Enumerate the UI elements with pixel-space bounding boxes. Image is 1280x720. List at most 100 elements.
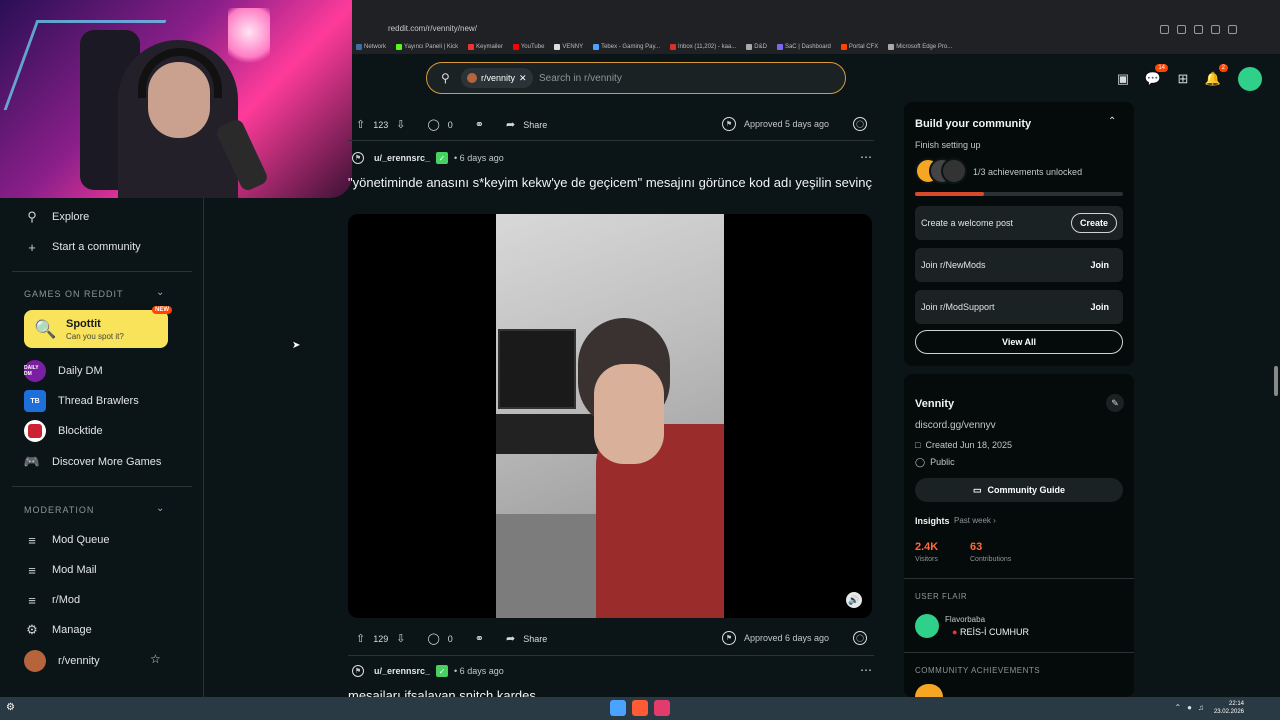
bookmark-item[interactable]: Keymailer xyxy=(468,44,503,50)
bookmark-item[interactable]: Microsoft Edge Pro... xyxy=(888,44,952,50)
windows-start-icon[interactable] xyxy=(610,700,626,716)
vote-control[interactable]: ⇧ 129 ⇩ xyxy=(348,628,413,649)
post-title[interactable]: "yönetiminde anasını s*keyim kekw'ye de … xyxy=(348,174,878,192)
collections-icon[interactable] xyxy=(1211,25,1220,34)
create-post-icon[interactable]: ⊞ xyxy=(1174,70,1192,88)
vote-count: 129 xyxy=(373,633,389,644)
games-section-header[interactable]: GAMES ON REDDIT xyxy=(24,289,124,299)
award-button[interactable]: ⚭ xyxy=(467,628,492,649)
upvote-icon[interactable]: ⇧ xyxy=(356,118,365,131)
browser-address-bar[interactable] xyxy=(352,20,1280,40)
chat-icon[interactable]: 💬 14 xyxy=(1144,64,1168,88)
spottit-game-card[interactable]: 🔍 Spottit Can you spot it? NEW xyxy=(24,306,172,348)
award-button[interactable]: ⚭ xyxy=(467,114,492,135)
url-text[interactable]: reddit.com/r/vennity/new/ xyxy=(388,24,477,33)
share-button[interactable]: ➦ Share xyxy=(498,114,555,135)
post-age: • 6 days ago xyxy=(454,153,504,163)
bookmark-item[interactable]: YouTube xyxy=(512,44,544,50)
post-author[interactable]: u/_erennsrc_ xyxy=(374,153,430,163)
edit-icon[interactable]: ✎ xyxy=(1106,394,1124,412)
nav-community-vennity[interactable]: r/vennity xyxy=(24,650,100,672)
advertise-icon[interactable]: ▣ xyxy=(1114,70,1132,88)
taskbar-settings-icon[interactable]: ⚙ xyxy=(6,702,15,713)
scrollbar-thumb[interactable] xyxy=(1274,366,1278,396)
nav-manage[interactable]: ⚙ Manage xyxy=(24,622,92,638)
create-button[interactable]: Create xyxy=(1070,213,1117,233)
moderation-section-header[interactable]: MODERATION xyxy=(24,505,94,515)
share-button[interactable]: ➦ Share xyxy=(498,628,555,649)
bookmark-favicon-icon xyxy=(356,44,362,50)
video-player[interactable]: 🔊 xyxy=(348,214,872,618)
bookmark-label: Tebex - Gaming Pay... xyxy=(601,44,661,50)
chevron-down-icon[interactable]: ⌄ xyxy=(156,503,164,514)
more-options-icon[interactable]: ⋯ xyxy=(860,150,872,164)
join-button[interactable]: Join xyxy=(1082,255,1117,275)
insights-title: Insights xyxy=(915,516,950,526)
upvote-icon[interactable]: ⇧ xyxy=(356,632,365,645)
insights-period[interactable]: Past week › xyxy=(954,516,996,525)
app-icon[interactable] xyxy=(654,700,670,716)
nav-mod-queue[interactable]: ≡ Mod Queue xyxy=(24,532,109,548)
vote-control[interactable]: ⇧ 123 ⇩ xyxy=(348,114,413,135)
bookmark-item[interactable]: Network xyxy=(356,44,386,50)
comments-button[interactable]: ◯ 0 xyxy=(419,628,460,649)
nav-start-community[interactable]: + Start a community xyxy=(24,239,140,255)
settings-icon[interactable] xyxy=(1228,25,1237,34)
community-link[interactable]: discord.gg/vennyv xyxy=(915,420,996,431)
close-icon[interactable]: ✕ xyxy=(519,73,527,84)
game-blocktide[interactable]: Blocktide xyxy=(24,420,103,442)
downvote-icon[interactable]: ⇩ xyxy=(396,632,405,645)
achievements-text: 1/3 achievements unlocked xyxy=(973,167,1083,177)
extension-icon[interactable] xyxy=(1160,25,1169,34)
bookmark-item[interactable]: Inbox (11,202) - kaa... xyxy=(670,44,736,50)
mod-actions-icon[interactable]: ◯ xyxy=(853,631,868,645)
author-avatar[interactable]: ⚑ xyxy=(352,665,364,677)
post-divider xyxy=(348,140,874,141)
game-daily-dm[interactable]: DAILY DM Daily DM xyxy=(24,360,103,382)
bookmark-item[interactable]: SaC | Dashboard xyxy=(776,44,831,50)
downvote-icon[interactable]: ⇩ xyxy=(396,118,405,131)
bookmark-favicon-icon xyxy=(888,44,895,50)
page-scrollbar[interactable] xyxy=(1272,56,1280,697)
game-thread-brawlers[interactable]: TB Thread Brawlers xyxy=(24,390,139,412)
system-clock[interactable]: 22:14 23.02.2026 xyxy=(1214,700,1244,716)
nav-mod-mail[interactable]: ≡ Mod Mail xyxy=(24,562,96,578)
spottit-title: Spottit xyxy=(66,318,101,330)
post-author[interactable]: u/_erennsrc_ xyxy=(374,666,430,676)
favorites-icon[interactable] xyxy=(1194,25,1203,34)
copilot-icon[interactable] xyxy=(1177,25,1186,34)
comments-button[interactable]: ◯ 0 xyxy=(419,114,460,135)
bookmark-item[interactable]: Portal CFX xyxy=(840,44,878,50)
subreddit-chip[interactable]: r/vennity ✕ xyxy=(461,68,533,88)
visitors-label: Visitors xyxy=(915,556,938,563)
more-options-icon[interactable]: ⋯ xyxy=(860,663,872,677)
community-guide-button[interactable]: ▭ Community Guide xyxy=(915,478,1123,502)
nav-explore[interactable]: ⚲ Explore xyxy=(24,209,89,225)
tray-chevron-icon[interactable]: ⌃ xyxy=(1174,703,1181,712)
bookmark-item[interactable]: D&D xyxy=(746,44,767,50)
mod-actions-icon[interactable]: ◯ xyxy=(853,117,868,131)
search-input[interactable]: ⚲ r/vennity ✕ Search in r/vennity xyxy=(426,62,846,94)
brave-browser-icon[interactable] xyxy=(632,700,648,716)
user-avatar[interactable] xyxy=(1238,67,1262,91)
volume-icon[interactable]: 🔊 xyxy=(846,592,862,608)
network-icon[interactable]: ● xyxy=(1187,703,1192,712)
flair-user-avatar[interactable] xyxy=(915,614,939,638)
notification-bell-icon[interactable]: 🔔 2 xyxy=(1204,64,1228,88)
bookmark-favicon-icon xyxy=(554,44,561,50)
chevron-down-icon[interactable]: ⌄ xyxy=(156,287,164,298)
chevron-up-icon[interactable]: ⌃ xyxy=(1108,116,1116,127)
bookmark-item[interactable]: Yayıncı Paneli | Kick xyxy=(396,44,458,50)
post-divider xyxy=(348,655,874,656)
nav-discover-games[interactable]: 🎮 Discover More Games xyxy=(24,454,162,470)
bookmark-item[interactable]: VENNY xyxy=(554,44,583,50)
star-icon[interactable]: ☆ xyxy=(150,652,161,666)
comment-icon: ◯ xyxy=(427,119,440,131)
nav-r-mod[interactable]: ≡ r/Mod xyxy=(24,592,80,608)
join-button[interactable]: Join xyxy=(1082,297,1117,317)
view-all-button[interactable]: View All xyxy=(915,330,1123,354)
bookmark-item[interactable]: Tebex - Gaming Pay... xyxy=(593,44,660,50)
author-avatar[interactable]: ⚑ xyxy=(352,152,364,164)
volume-tray-icon[interactable]: ♫ xyxy=(1198,703,1204,712)
mouse-cursor-icon: ➤ xyxy=(292,340,301,351)
